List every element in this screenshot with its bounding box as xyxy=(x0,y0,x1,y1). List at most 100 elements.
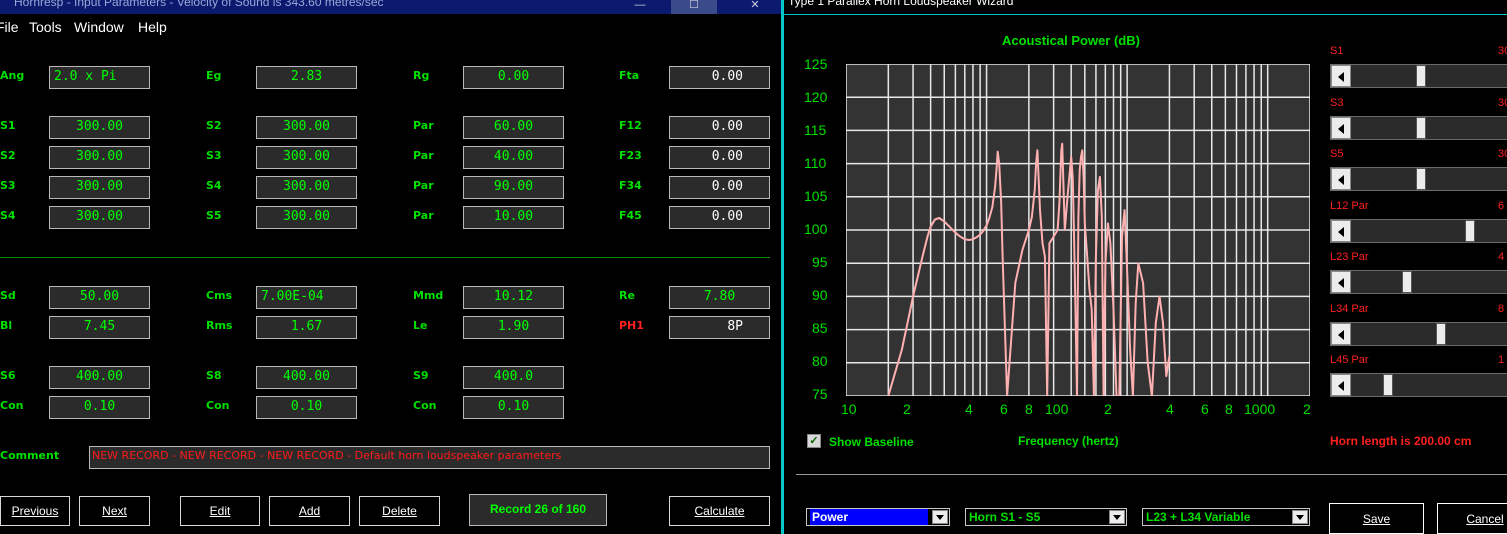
slider-thumb[interactable] xyxy=(1436,322,1446,345)
field-le[interactable]: 1.90 xyxy=(463,316,564,339)
field-par-2[interactable]: 40.00 xyxy=(463,146,564,169)
slider-thumb[interactable] xyxy=(1415,168,1426,190)
menu-bar: File Tools Window Help xyxy=(0,16,781,40)
field-f34[interactable]: 0.00 xyxy=(669,176,770,199)
slider-thumb[interactable] xyxy=(1415,116,1426,139)
comment-field[interactable]: NEW RECORD - NEW RECORD - NEW RECORD - D… xyxy=(89,446,770,469)
field-par-1[interactable]: 60.00 xyxy=(463,116,564,139)
previous-button[interactable]: Previous xyxy=(0,496,70,526)
slider-value: 6 xyxy=(1498,199,1505,212)
delete-button[interactable]: Delete xyxy=(359,496,440,526)
field-s4[interactable]: 300.00 xyxy=(256,176,357,199)
cancel-button[interactable]: Cancel xyxy=(1437,503,1507,534)
menu-window[interactable]: Window xyxy=(74,19,124,35)
field-con-2[interactable]: 0.10 xyxy=(256,396,357,419)
close-button[interactable]: ✕ xyxy=(732,0,778,14)
slider-thumb[interactable] xyxy=(1402,271,1412,293)
field-sd[interactable]: 50.00 xyxy=(49,286,150,309)
parameter-slider[interactable] xyxy=(1330,321,1507,346)
field-bl[interactable]: 7.45 xyxy=(49,316,150,339)
label-par-2: Par xyxy=(413,149,434,162)
arrow-left-icon[interactable] xyxy=(1331,168,1351,190)
dropdown-value: Power xyxy=(810,509,928,525)
chevron-down-icon[interactable] xyxy=(1109,510,1125,524)
chart-type-dropdown[interactable]: Power xyxy=(806,508,950,526)
field-ang[interactable]: 2.0 x Pi xyxy=(49,66,150,89)
slider-value: 30 xyxy=(1498,45,1507,57)
next-button[interactable]: Next xyxy=(79,496,150,526)
label-f23: F23 xyxy=(619,149,642,162)
variable-dropdown[interactable]: L23 + L34 Variable xyxy=(1142,508,1310,526)
field-s4-row4[interactable]: 300.00 xyxy=(49,206,150,229)
field-s2-row2[interactable]: 300.00 xyxy=(49,146,150,169)
field-f45[interactable]: 0.00 xyxy=(669,206,770,229)
power-chart xyxy=(846,64,1310,396)
arrow-left-icon[interactable] xyxy=(1331,219,1351,242)
slider-value: 8 xyxy=(1498,302,1505,315)
field-f12[interactable]: 0.00 xyxy=(669,116,770,139)
parameter-slider[interactable] xyxy=(1330,64,1507,88)
arrow-left-icon[interactable] xyxy=(1331,65,1351,87)
arrow-left-icon[interactable] xyxy=(1331,116,1351,139)
dropdown-value: Horn S1 - S5 xyxy=(969,510,1041,524)
arrow-left-icon[interactable] xyxy=(1331,271,1351,293)
label-s1: S1 xyxy=(0,119,16,132)
menu-help[interactable]: Help xyxy=(138,19,167,35)
y-tick-label: 80 xyxy=(812,353,828,369)
field-rg[interactable]: 0.00 xyxy=(463,66,564,89)
parameter-slider[interactable] xyxy=(1330,373,1507,397)
field-mmd[interactable]: 10.12 xyxy=(463,286,564,309)
chevron-down-icon[interactable] xyxy=(932,510,948,524)
field-fta[interactable]: 0.00 xyxy=(669,66,770,89)
parameter-slider[interactable] xyxy=(1330,167,1507,191)
field-re[interactable]: 7.80 xyxy=(669,286,770,309)
x-axis-label: Frequency (hertz) xyxy=(1018,434,1119,448)
field-s9[interactable]: 400.0 xyxy=(463,366,564,389)
edit-button[interactable]: Edit xyxy=(180,496,260,526)
checkbox-check-icon[interactable]: ✓ xyxy=(807,434,821,448)
horn-wizard-window: Type 1 Parallex Horn Loudspeaker Wizard … xyxy=(781,0,1507,534)
maximize-button[interactable]: ☐ xyxy=(671,0,717,14)
y-tick-label: 105 xyxy=(804,188,828,204)
field-s6[interactable]: 400.00 xyxy=(49,366,150,389)
field-cms[interactable]: 7.00E-04 xyxy=(256,286,357,309)
chevron-down-icon[interactable] xyxy=(1292,510,1308,524)
field-par-4[interactable]: 10.00 xyxy=(463,206,564,229)
field-s8[interactable]: 400.00 xyxy=(256,366,357,389)
horn-section-dropdown[interactable]: Horn S1 - S5 xyxy=(965,508,1127,526)
save-button[interactable]: Save xyxy=(1329,503,1424,534)
field-rms[interactable]: 1.67 xyxy=(256,316,357,339)
parameter-slider[interactable] xyxy=(1330,218,1507,243)
label-bl: Bl xyxy=(0,319,13,332)
menu-tools[interactable]: Tools xyxy=(29,19,62,35)
parameter-slider[interactable] xyxy=(1330,115,1507,140)
minimize-button[interactable]: — xyxy=(617,0,663,14)
dropdown-value: L23 + L34 Variable xyxy=(1146,510,1251,524)
field-s3-row3[interactable]: 300.00 xyxy=(49,176,150,199)
slider-thumb[interactable] xyxy=(1464,219,1475,242)
label-con-1: Con xyxy=(0,399,24,412)
field-ph1[interactable]: 8P xyxy=(669,316,770,339)
arrow-left-icon[interactable] xyxy=(1331,322,1351,345)
label-s6: S6 xyxy=(0,369,16,382)
field-con-3[interactable]: 0.10 xyxy=(463,396,564,419)
y-tick-label: 100 xyxy=(804,221,828,237)
arrow-left-icon[interactable] xyxy=(1331,374,1351,396)
field-s3[interactable]: 300.00 xyxy=(256,146,357,169)
parameter-slider[interactable] xyxy=(1330,270,1507,294)
label-cms: Cms xyxy=(206,289,233,302)
field-par-3[interactable]: 90.00 xyxy=(463,176,564,199)
field-con-1[interactable]: 0.10 xyxy=(49,396,150,419)
field-s5[interactable]: 300.00 xyxy=(256,206,357,229)
record-status: Record 26 of 160 xyxy=(469,494,607,526)
calculate-button[interactable]: Calculate xyxy=(669,496,770,526)
menu-file[interactable]: File xyxy=(0,19,19,35)
field-eg[interactable]: 2.83 xyxy=(256,66,357,89)
x-tick-label: 100 xyxy=(1045,401,1069,417)
slider-thumb[interactable] xyxy=(1383,374,1394,396)
slider-thumb[interactable] xyxy=(1415,65,1426,87)
field-s2[interactable]: 300.00 xyxy=(256,116,357,139)
field-f23[interactable]: 0.00 xyxy=(669,146,770,169)
field-s1[interactable]: 300.00 xyxy=(49,116,150,139)
add-button[interactable]: Add xyxy=(269,496,350,526)
